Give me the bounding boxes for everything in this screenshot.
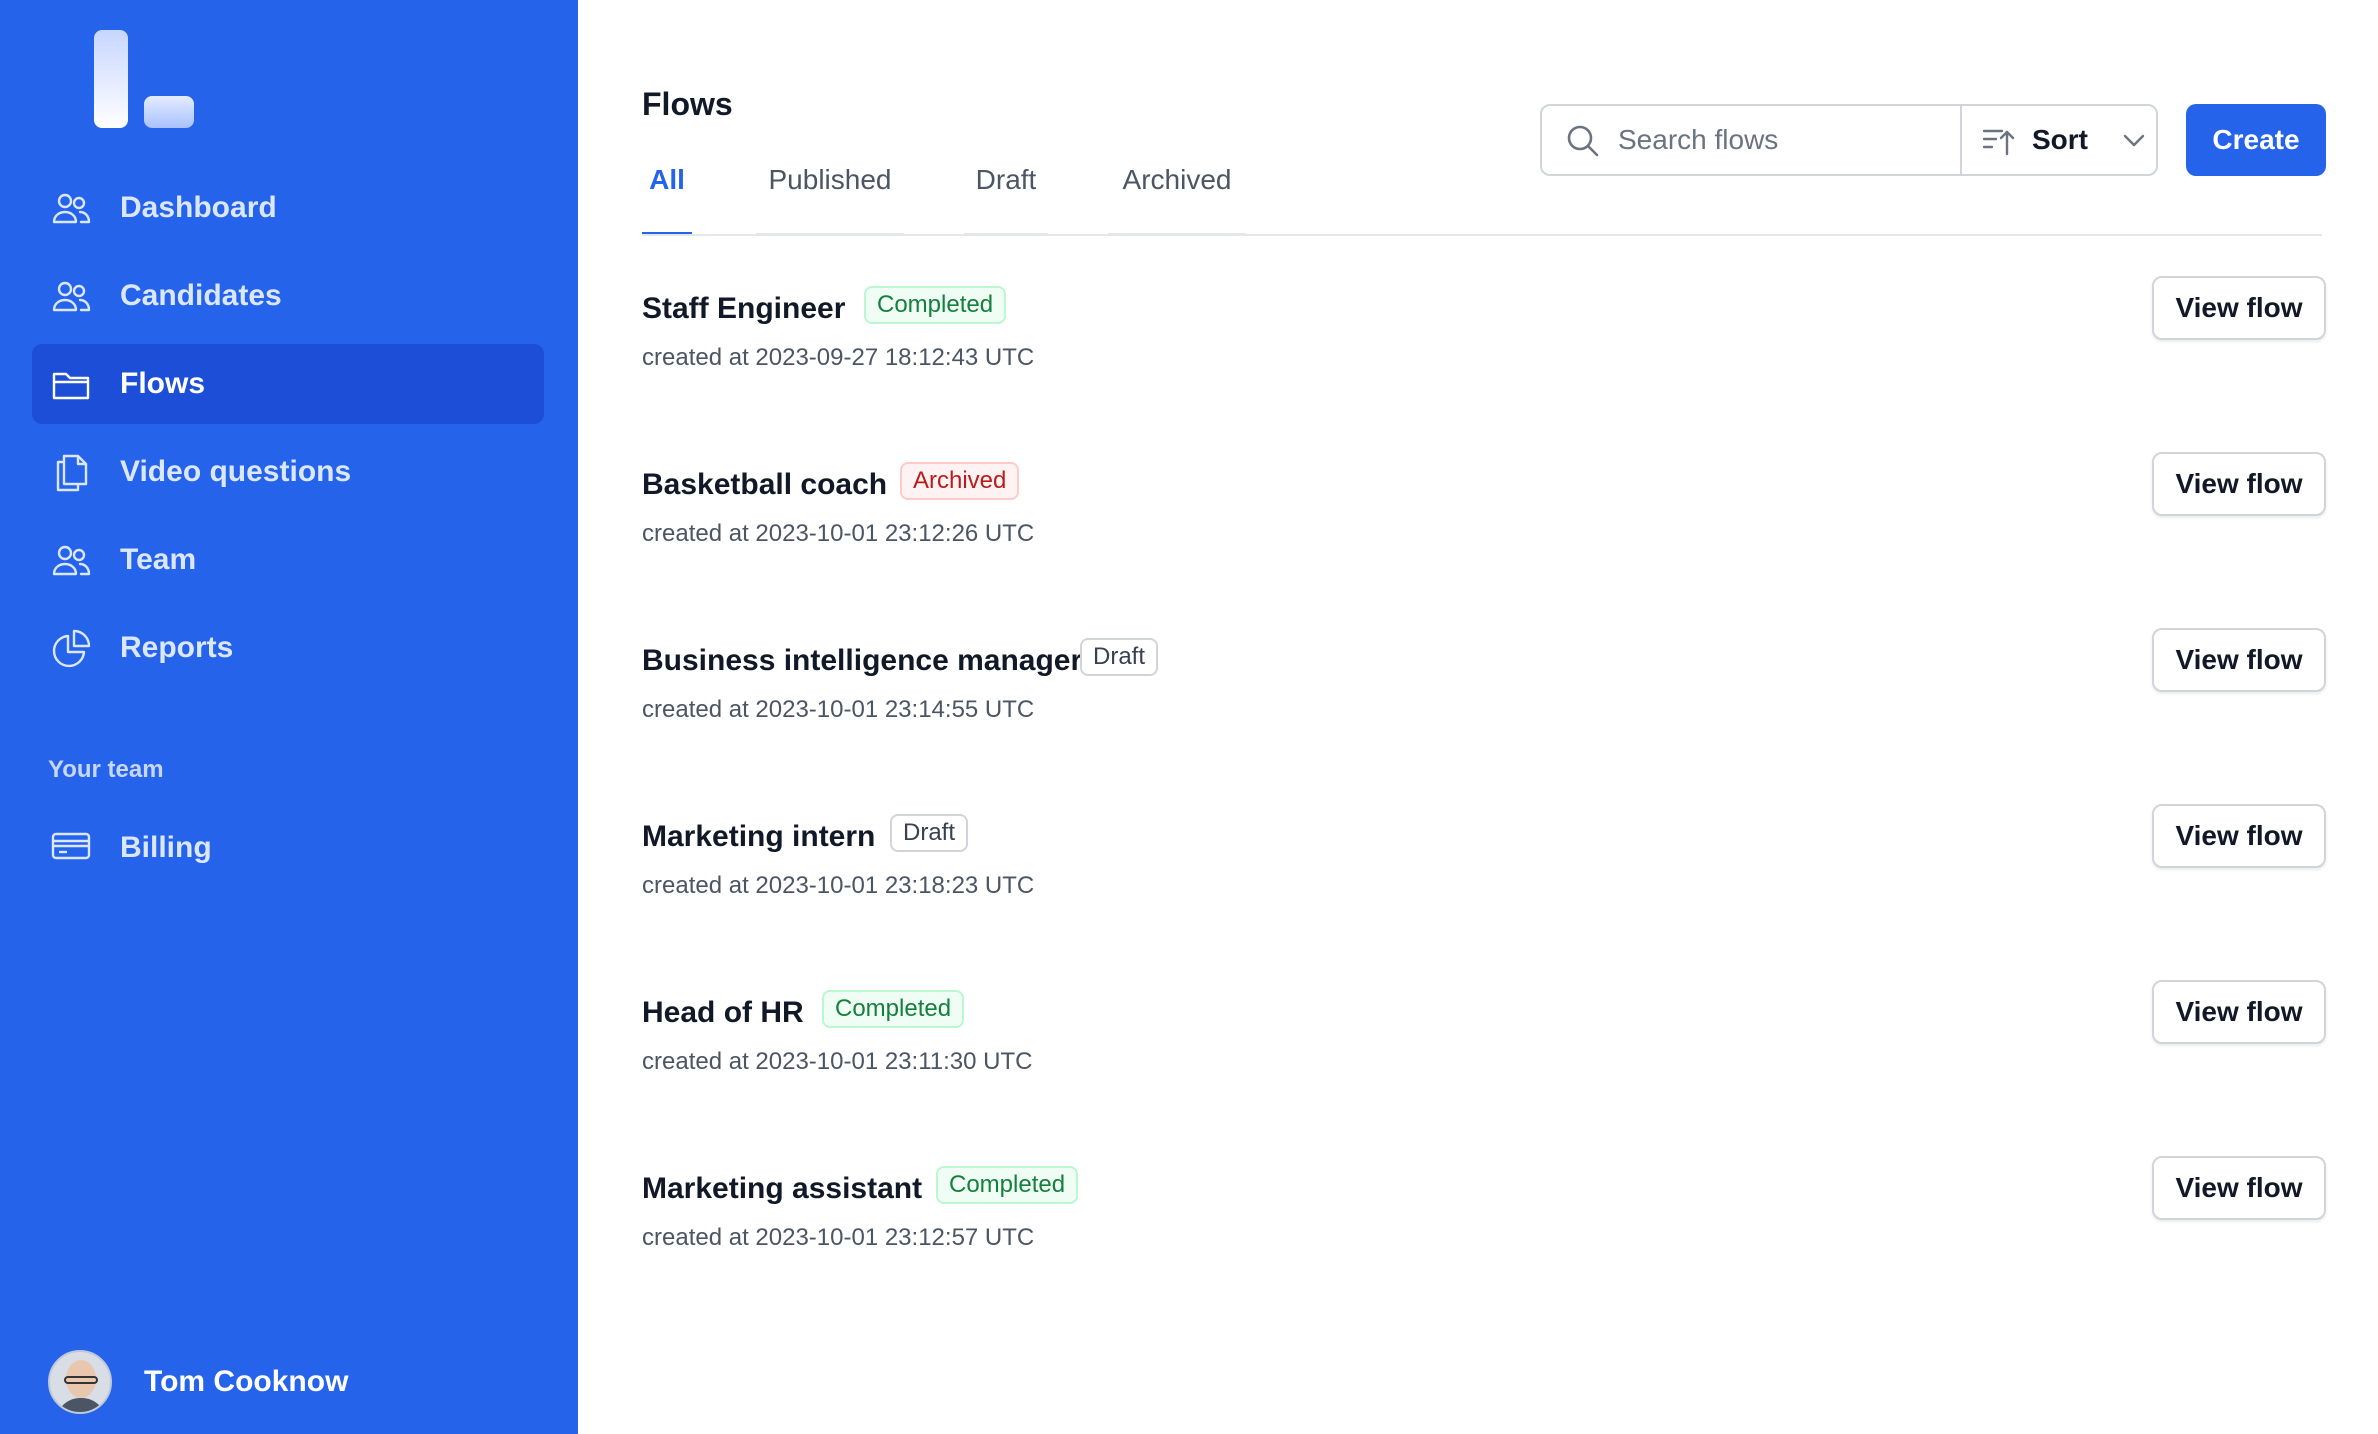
tab-archived[interactable]: Archived (1108, 160, 1246, 236)
tab-label: Published (768, 164, 892, 195)
flow-created-at: created at 2023-09-27 18:12:43 UTC (642, 344, 1035, 371)
status-badge: Completed (936, 1166, 1079, 1204)
sidebar-item-label: Reports (120, 631, 234, 664)
logo[interactable] (94, 30, 194, 130)
avatar (48, 1350, 112, 1414)
status-badge: Completed (864, 286, 1007, 324)
folder-icon (52, 372, 90, 400)
user-profile[interactable]: Tom Cooknow (48, 1350, 348, 1414)
sidebar-item-label: Video questions (120, 455, 352, 488)
tab-label: Draft (975, 164, 1037, 195)
flow-name: Marketing intern (642, 820, 876, 853)
status-badge: Completed (822, 990, 965, 1028)
sidebar-item-billing[interactable]: Billing (32, 808, 544, 888)
section-label-your-team: Your team (48, 756, 164, 783)
users-icon (52, 545, 91, 576)
create-button[interactable]: Create (2186, 104, 2326, 176)
flow-created-at: created at 2023-10-01 23:11:30 UTC (642, 1048, 1033, 1075)
logo-bar (94, 30, 128, 128)
tab-published[interactable]: Published (756, 160, 904, 236)
flow-created-at: created at 2023-10-01 23:12:57 UTC (642, 1224, 1035, 1251)
tab-label: Archived (1122, 164, 1232, 195)
logo-block (144, 96, 194, 128)
flow-name: Marketing assistant (642, 1172, 923, 1205)
sidebar-item-label: Billing (120, 831, 212, 864)
users-icon (52, 193, 91, 224)
sidebar-item-flows[interactable]: Flows (32, 344, 544, 424)
sidebar: Dashboard Candidates Flows Video questio… (0, 0, 578, 1434)
flow-row: Basketball coach Archived created at 202… (642, 452, 2326, 572)
flow-row: Marketing assistant Completed created at… (642, 1156, 2326, 1276)
sidebar-item-reports[interactable]: Reports (32, 608, 544, 688)
flow-name: Staff Engineer (642, 292, 846, 325)
sort-label: Sort (2032, 124, 2088, 155)
search-input[interactable] (1618, 120, 1948, 160)
flow-name: Basketball coach (642, 468, 888, 501)
flow-name: Business intelligence manager (642, 644, 1083, 677)
sort-ascending-icon (1982, 129, 2015, 156)
page-title: Flows (642, 86, 733, 122)
flow-name: Head of HR (642, 996, 804, 1029)
chevron-down-icon (2123, 134, 2145, 147)
sidebar-item-video-questions[interactable]: Video questions (32, 432, 544, 512)
sidebar-item-label: Candidates (120, 279, 282, 312)
users-icon (52, 281, 91, 312)
flow-created-at: created at 2023-10-01 23:14:55 UTC (642, 696, 1035, 723)
sidebar-item-label: Dashboard (120, 191, 277, 224)
sidebar-item-label: Team (120, 543, 197, 576)
app-root: Dashboard Candidates Flows Video questio… (0, 0, 2378, 1434)
search-sort-group: Sort (1540, 104, 2158, 176)
sidebar-item-candidates[interactable]: Candidates (32, 256, 544, 336)
pie-chart-icon (52, 629, 91, 668)
tab-label: All (649, 164, 685, 195)
flow-created-at: created at 2023-10-01 23:12:26 UTC (642, 520, 1035, 547)
sort-button[interactable]: Sort (1962, 106, 2156, 174)
view-flow-button[interactable]: View flow (2152, 980, 2326, 1044)
flow-row: Staff Engineer Completed created at 2023… (642, 276, 2326, 396)
tab-draft[interactable]: Draft (964, 160, 1048, 236)
user-name: Tom Cooknow (144, 1365, 349, 1398)
status-badge: Archived (900, 462, 1020, 500)
flow-created-at: created at 2023-10-01 23:18:23 UTC (642, 872, 1035, 899)
main-content: Flows All Published Draft Archived Searc… (578, 0, 2378, 1434)
view-flow-button[interactable]: View flow (2152, 276, 2326, 340)
flow-row: Business intelligence manager Draft crea… (642, 628, 2326, 748)
sidebar-item-label: Flows (120, 367, 206, 400)
flow-row: Head of HR Completed created at 2023-10-… (642, 980, 2326, 1100)
view-flow-button[interactable]: View flow (2152, 628, 2326, 692)
view-flow-button[interactable]: View flow (2152, 452, 2326, 516)
tabs-divider (642, 234, 2322, 236)
sidebar-item-team[interactable]: Team (32, 520, 544, 600)
sidebar-item-dashboard[interactable]: Dashboard (32, 168, 544, 248)
search-icon (1567, 125, 1599, 157)
search-box[interactable] (1542, 106, 1962, 174)
status-badge: Draft (1080, 638, 1159, 676)
documents-icon (56, 454, 88, 492)
view-flow-button[interactable]: View flow (2152, 804, 2326, 868)
status-badge: Draft (890, 814, 969, 852)
flow-row: Marketing intern Draft created at 2023-1… (642, 804, 2326, 924)
view-flow-button[interactable]: View flow (2152, 1156, 2326, 1220)
tab-all[interactable]: All (642, 160, 692, 236)
credit-card-icon (51, 832, 91, 860)
